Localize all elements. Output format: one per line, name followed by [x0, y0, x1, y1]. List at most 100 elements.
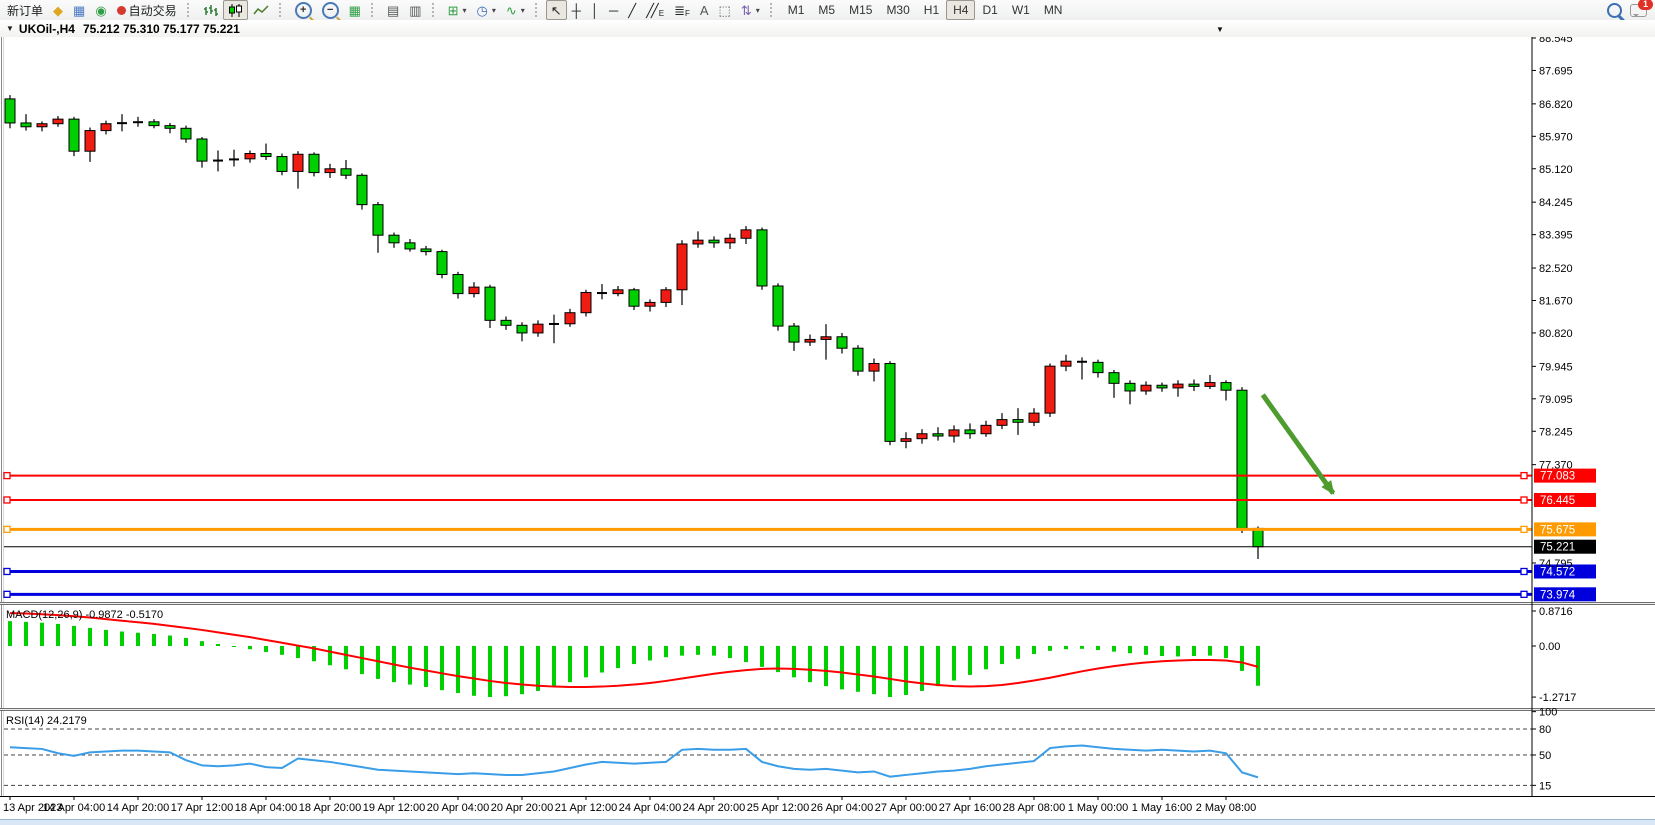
text-button[interactable]: A	[695, 0, 714, 20]
bull-candle	[821, 337, 831, 340]
date-tick-label: 1 May 00:00	[1068, 802, 1129, 814]
new-order-button[interactable]: 新订单	[2, 0, 48, 20]
line-handle[interactable]	[1521, 526, 1527, 532]
date-tick-label: 27 Apr 00:00	[875, 802, 937, 814]
bull-candle	[101, 124, 111, 131]
svg-text:73.974: 73.974	[1540, 589, 1576, 601]
zoom-out-button[interactable]: −	[317, 0, 344, 20]
date-tick-label: 2 May 08:00	[1196, 802, 1257, 814]
macd-histogram-bar	[680, 646, 684, 656]
timeframe-mn-button[interactable]: MN	[1037, 0, 1070, 20]
price-tick-label: 83.395	[1539, 230, 1573, 242]
signals-icon[interactable]: ◉	[90, 0, 111, 20]
order-ticket-icon[interactable]: ◆	[48, 0, 68, 20]
horizontal-line-button[interactable]: ─	[604, 0, 623, 20]
candlestick-chart-button[interactable]	[223, 0, 248, 20]
macd-histogram-bar	[584, 646, 588, 677]
price-tick-label: 88.545	[1539, 37, 1573, 45]
macd-histogram-bar	[696, 646, 700, 655]
bear-candle	[1109, 373, 1119, 384]
bear-candle	[165, 126, 175, 129]
cursor-button[interactable]: ↖	[546, 0, 567, 20]
trendline-button[interactable]: ╱	[623, 0, 641, 20]
date-tick-label: 27 Apr 16:00	[939, 802, 1001, 814]
macd-histogram-bar	[472, 646, 476, 696]
macd-histogram-bar	[856, 646, 860, 692]
toolbar-separator	[279, 3, 285, 17]
channel-button[interactable]: ╱╱E	[641, 0, 669, 20]
macd-histogram-bar	[104, 630, 108, 646]
bear-candle	[965, 430, 975, 434]
bear-candle	[341, 169, 351, 175]
chart-canvas[interactable]: 77.08376.44575.67575.22174.57273.974MACD…	[0, 37, 1655, 819]
chart-shift-marker-icon[interactable]: ▼	[1216, 25, 1224, 34]
date-tick-label: 14 Apr 20:00	[107, 802, 169, 814]
timeframe-h4-button[interactable]: H4	[946, 0, 975, 20]
line-handle[interactable]	[4, 568, 10, 574]
line-handle[interactable]	[4, 497, 10, 503]
crosshair-button[interactable]: ┼	[567, 0, 586, 20]
arrows-button[interactable]: ⇅▾	[736, 0, 765, 20]
search-icon[interactable]	[1607, 3, 1622, 18]
line-handle[interactable]	[1521, 497, 1527, 503]
chat-icon[interactable]: 1	[1630, 4, 1647, 17]
line-handle[interactable]	[1521, 568, 1527, 574]
line-handle[interactable]	[1521, 591, 1527, 597]
line-handle[interactable]	[4, 526, 10, 532]
horizontal-scrollbar[interactable]	[0, 819, 1655, 825]
fibonacci-button[interactable]: ≣F	[669, 0, 695, 20]
notification-badge: 1	[1638, 0, 1653, 10]
date-tick-label: 1 May 16:00	[1132, 802, 1193, 814]
rsi-tick-label: 50	[1539, 750, 1551, 762]
timeframe-m30-button[interactable]: M30	[879, 0, 916, 20]
indicators-button[interactable]: ∿▾	[501, 0, 530, 20]
date-tick-label: 17 Apr 12:00	[171, 802, 233, 814]
toolbar-group: ⊞▾◷▾∿▾	[441, 0, 532, 20]
macd-histogram-bar	[168, 636, 172, 646]
bear-candle	[373, 205, 383, 236]
bear-candle	[773, 286, 783, 326]
profile-window-button[interactable]: ▥	[404, 0, 426, 20]
macd-histogram-bar	[1048, 646, 1052, 651]
bull-candle	[533, 324, 543, 333]
text-label-button[interactable]: ⬚	[714, 0, 736, 20]
macd-histogram-bar	[280, 646, 284, 655]
date-tick-label: 25 Apr 12:00	[747, 802, 809, 814]
bar-chart-button[interactable]	[198, 0, 223, 20]
zoom-in-button[interactable]: +	[290, 0, 317, 20]
svg-text:75.221: 75.221	[1540, 542, 1575, 554]
line-handle[interactable]	[1521, 473, 1527, 479]
indicator-window-button[interactable]: ▤	[382, 0, 404, 20]
period-clock-button[interactable]: ◷▾	[471, 0, 500, 20]
macd-histogram-bar	[264, 646, 268, 652]
line-handle[interactable]	[4, 591, 10, 597]
toolbar-group: +−▦	[288, 0, 368, 20]
line-chart-button[interactable]	[248, 0, 274, 20]
price-tick-label: 87.695	[1539, 65, 1573, 77]
timeframe-m5-button[interactable]: M5	[811, 0, 842, 20]
timeframe-h1-button[interactable]: H1	[917, 0, 946, 20]
price-tick-label: 81.670	[1539, 295, 1573, 307]
bull-candle	[245, 153, 255, 158]
chart-menu-icon[interactable]: ▼	[6, 24, 14, 33]
tile-windows-button[interactable]: ▦	[344, 0, 366, 20]
rsi-tick-label: 80	[1539, 724, 1551, 736]
bear-candle	[277, 157, 287, 172]
bear-candle	[1253, 528, 1263, 546]
chart-window-icon[interactable]: ▦	[68, 0, 90, 20]
add-chart-button[interactable]: ⊞▾	[443, 0, 472, 20]
macd-histogram-bar	[152, 634, 156, 646]
timeframe-m15-button[interactable]: M15	[842, 0, 879, 20]
timeframe-w1-button[interactable]: W1	[1005, 0, 1037, 20]
autotrade-button[interactable]: 自动交易	[112, 0, 182, 20]
macd-histogram-bar	[1080, 646, 1084, 649]
timeframe-m1-button[interactable]: M1	[781, 0, 812, 20]
mt4-window: { "toolbar": { "groups": [ {"items": [ {…	[0, 0, 1655, 825]
bear-candle	[789, 326, 799, 342]
line-handle[interactable]	[4, 473, 10, 479]
vertical-line-button[interactable]: │	[586, 0, 604, 20]
timeframe-d1-button[interactable]: D1	[975, 0, 1004, 20]
bear-candle	[709, 240, 719, 243]
rsi-label: RSI(14) 24.2179	[6, 715, 87, 727]
bear-candle	[885, 363, 895, 441]
